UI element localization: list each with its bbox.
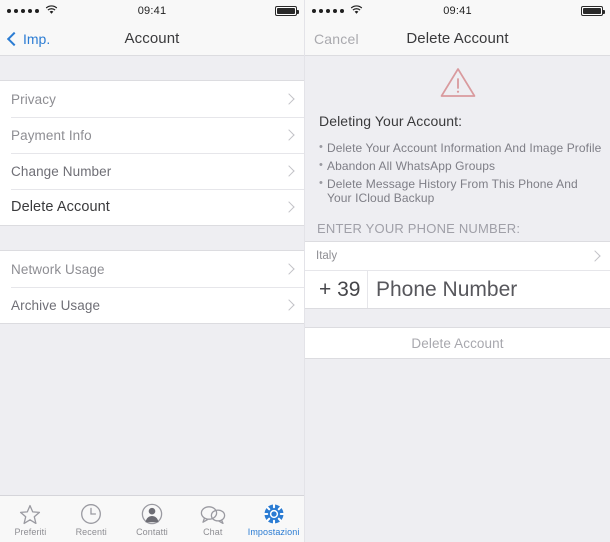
chevron-right-icon: [283, 263, 295, 275]
row-delete-account[interactable]: Delete Account: [0, 189, 304, 225]
warning-bullet-list: Delete Your Account Information And Imag…: [305, 129, 610, 211]
tab-label: Contatti: [136, 527, 168, 537]
warning-triangle-icon: [439, 66, 477, 104]
chevron-right-icon: [283, 129, 295, 141]
chat-bubbles-icon: [200, 501, 226, 525]
status-bar-clock: 09:41: [137, 5, 167, 17]
country-selector-row[interactable]: Italy: [305, 241, 610, 271]
status-bar-clock: 09:41: [443, 5, 472, 17]
back-button-label: Imp.: [23, 30, 51, 47]
row-network-usage[interactable]: Network Usage: [0, 251, 304, 287]
row-label: Network Usage: [11, 261, 105, 277]
clock-icon: [80, 501, 102, 525]
left-screen-account-settings: 09:41 Imp. Account Privacy Payment Info: [0, 0, 305, 542]
row-label: Delete Account: [11, 199, 110, 215]
bullet-item: Delete Your Account Information And Imag…: [319, 140, 604, 155]
delete-account-button[interactable]: Delete Account: [305, 327, 610, 359]
bullet-item: Delete Message History From This Phone A…: [319, 176, 604, 205]
row-privacy[interactable]: Privacy: [0, 81, 304, 117]
tab-contatti[interactable]: Contatti: [122, 501, 183, 537]
chevron-right-icon: [283, 299, 295, 311]
phone-number-row: + 39 Phone Number: [305, 271, 610, 309]
row-change-number[interactable]: Change Number: [0, 153, 304, 189]
tab-label: Recenti: [75, 527, 107, 537]
settings-group-account: Privacy Payment Info Change Number Delet…: [0, 80, 304, 226]
row-archive-usage[interactable]: Archive Usage: [0, 287, 304, 323]
country-value: Italy: [316, 250, 338, 262]
tab-recenti[interactable]: Recenti: [61, 501, 122, 537]
warning-icon-container: [305, 56, 610, 104]
country-code-field[interactable]: + 39: [305, 278, 367, 302]
gear-icon: [263, 501, 285, 525]
nav-bar-left: Imp. Account: [0, 22, 304, 56]
list-top-spacer: [0, 56, 304, 80]
cancel-button[interactable]: Cancel: [314, 31, 359, 47]
bullet-item: Abandon All WhatsApp Groups: [319, 158, 604, 173]
row-label: Payment Info: [11, 127, 92, 143]
row-label: Privacy: [11, 91, 56, 107]
dual-screenshot-container: 09:41 Imp. Account Privacy Payment Info: [0, 0, 610, 542]
tab-bar: Preferiti Recenti Contatti Chat Impostaz…: [0, 495, 304, 542]
chevron-left-icon: [6, 31, 22, 46]
row-payment-info[interactable]: Payment Info: [0, 117, 304, 153]
tab-label: Impostazioni: [247, 527, 300, 537]
row-label: Change Number: [11, 163, 112, 179]
tab-impostazioni[interactable]: Impostazioni: [243, 501, 304, 537]
battery-icon: [581, 6, 605, 16]
star-icon: [19, 501, 41, 525]
tab-label: Preferiti: [14, 527, 47, 537]
tab-chat[interactable]: Chat: [182, 501, 243, 537]
nav-bar-right: Cancel Delete Account: [305, 22, 610, 56]
chevron-right-icon: [283, 165, 295, 177]
status-bar-right: 09:41: [305, 0, 610, 22]
phone-number-input[interactable]: Phone Number: [367, 271, 610, 308]
delete-account-button-label: Delete Account: [411, 335, 504, 351]
right-screen-delete-account: 09:41 Cancel Delete Account Deleting You…: [305, 0, 610, 542]
tab-label: Chat: [203, 527, 223, 537]
battery-icon: [275, 6, 299, 16]
chevron-right-icon: [589, 250, 601, 262]
row-label: Archive Usage: [11, 297, 101, 313]
warning-heading: Deleting Your Account:: [319, 113, 463, 129]
section-header-phone-number: ENTER YOUR PHONE NUMBER:: [317, 221, 521, 236]
button-spacer: [305, 309, 610, 327]
settings-group-usage: Network Usage Archive Usage: [0, 250, 304, 324]
chevron-right-icon: [283, 201, 295, 213]
back-button-impostazioni[interactable]: Imp.: [6, 30, 51, 47]
list-group-spacer: [0, 226, 304, 250]
tab-preferiti[interactable]: Preferiti: [0, 501, 61, 537]
status-bar-left: 09:41: [0, 0, 304, 22]
person-icon: [141, 501, 163, 525]
chevron-right-icon: [283, 93, 295, 105]
